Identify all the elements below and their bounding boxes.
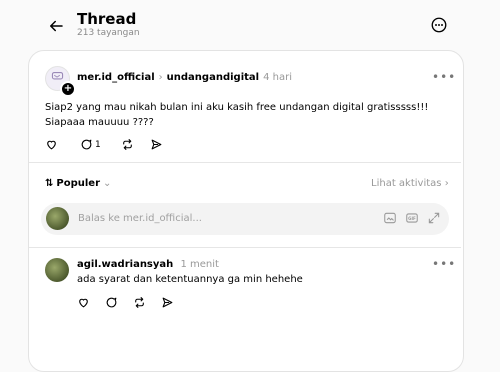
post-more-icon[interactable]: ••• bbox=[432, 70, 456, 84]
reply-button[interactable] bbox=[105, 296, 118, 309]
share-button[interactable] bbox=[150, 138, 163, 151]
comment-time: 1 menit bbox=[180, 259, 219, 270]
avatar[interactable]: + bbox=[45, 66, 76, 97]
post-author[interactable]: mer.id_official bbox=[77, 72, 155, 83]
avatar[interactable] bbox=[45, 258, 69, 282]
heart-icon bbox=[79, 298, 88, 308]
view-activity-link[interactable]: Lihat aktivitas › bbox=[371, 178, 449, 189]
gif-icon[interactable]: GIF bbox=[405, 211, 419, 225]
comment-meta: agil.wadriansyah 1 menit bbox=[77, 259, 219, 270]
more-options-icon[interactable] bbox=[430, 16, 448, 34]
send-icon bbox=[151, 139, 162, 150]
post-text-line: Siap2 yang mau nikah bulan ini aku kasih… bbox=[45, 102, 429, 113]
avatar bbox=[46, 207, 69, 230]
chevron-right-icon: › bbox=[158, 72, 163, 83]
expand-icon[interactable] bbox=[427, 211, 441, 225]
post-time: 4 hari bbox=[263, 72, 292, 83]
repost-button[interactable] bbox=[121, 138, 134, 151]
comment-text: ada syarat dan ketentuannya ga min heheh… bbox=[77, 274, 303, 285]
page-title: Thread bbox=[77, 10, 137, 28]
repost-button[interactable] bbox=[133, 296, 146, 309]
heart-icon bbox=[47, 140, 56, 150]
sort-label: Populer bbox=[56, 178, 101, 189]
reply-tools: GIF bbox=[383, 211, 441, 225]
like-button[interactable] bbox=[77, 296, 90, 309]
reply-count: 1 bbox=[95, 139, 101, 150]
svg-text:GIF: GIF bbox=[408, 216, 416, 221]
post-text-line: Siapaaa mauuuu ???? bbox=[45, 117, 154, 128]
comment-icon bbox=[106, 297, 117, 308]
divider bbox=[29, 247, 461, 248]
post-actions: 1 bbox=[45, 138, 179, 151]
chevron-right-icon: › bbox=[444, 178, 449, 189]
view-count: 213 tayangan bbox=[77, 28, 140, 38]
send-icon bbox=[162, 297, 173, 308]
top-bar: Thread 213 tayangan bbox=[0, 0, 500, 48]
comment-author[interactable]: agil.wadriansyah bbox=[77, 259, 173, 270]
post-meta: mer.id_official › undangandigital 4 hari bbox=[77, 72, 292, 83]
repost-icon bbox=[135, 297, 144, 308]
comment-actions bbox=[77, 296, 190, 309]
divider bbox=[29, 162, 461, 163]
reply-placeholder[interactable]: Balas ke mer.id_official... bbox=[78, 213, 202, 224]
chevron-down-icon: ⌄ bbox=[103, 178, 112, 189]
sort-arrows-icon: ⇅ bbox=[45, 178, 54, 189]
view-activity-label: Lihat aktivitas bbox=[371, 178, 442, 189]
back-arrow-icon[interactable] bbox=[44, 14, 68, 38]
like-button[interactable] bbox=[45, 138, 58, 151]
post-topic[interactable]: undangandigital bbox=[167, 72, 259, 83]
post-body: Siap2 yang mau nikah bulan ini aku kasih… bbox=[45, 100, 445, 130]
repost-icon bbox=[122, 139, 132, 150]
share-button[interactable] bbox=[161, 296, 174, 309]
reply-button[interactable]: 1 bbox=[80, 138, 101, 151]
image-icon[interactable] bbox=[383, 211, 397, 225]
follow-plus-icon[interactable]: + bbox=[60, 81, 76, 97]
comment-icon bbox=[81, 139, 92, 150]
comment-more-icon[interactable]: ••• bbox=[432, 257, 456, 271]
sort-dropdown[interactable]: ⇅ Populer ⌄ bbox=[45, 178, 111, 189]
